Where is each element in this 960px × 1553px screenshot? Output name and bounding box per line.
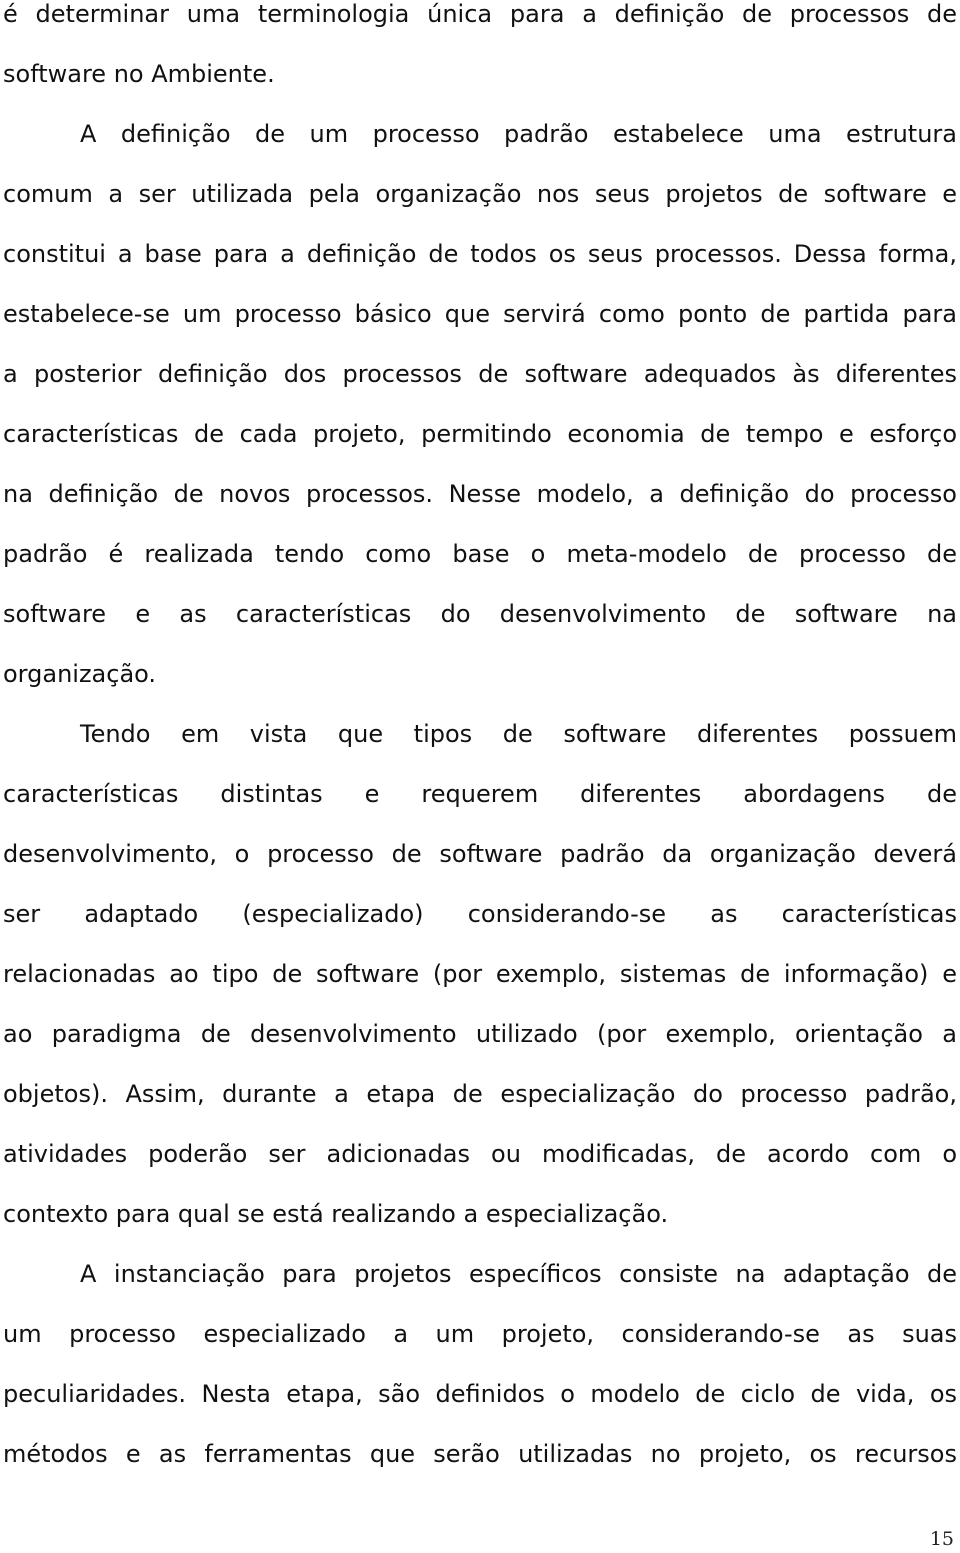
paragraph-4-line-4: métodos e as ferramentas que serão utili… bbox=[3, 1440, 957, 1468]
paragraph-4-line-3: peculiaridades. Nesta etapa, são definid… bbox=[3, 1380, 957, 1408]
paragraph-2-line-10: organização. bbox=[3, 660, 157, 688]
paragraph-4-line-2: um processo especializado a um projeto, … bbox=[3, 1320, 957, 1348]
paragraph-3-line-3: desenvolvimento, o processo de software … bbox=[3, 840, 957, 868]
paragraph-2-line-9: software e as características do desenvo… bbox=[3, 600, 957, 628]
paragraph-2-line-2: comum a ser utilizada pela organização n… bbox=[3, 180, 957, 208]
paragraph-2-line-4: estabelece-se um processo básico que ser… bbox=[3, 300, 957, 328]
paragraph-2-line-7: na definição de novos processos. Nesse m… bbox=[3, 480, 957, 508]
paragraph-2-line-5: a posterior definição dos processos de s… bbox=[3, 360, 957, 388]
paragraph-2-line-3: constitui a base para a definição de tod… bbox=[3, 240, 957, 268]
page-number: 15 bbox=[929, 1528, 954, 1550]
paragraph-3-line-4: ser adaptado (especializado) considerand… bbox=[3, 900, 957, 928]
paragraph-2-line-1: A definição de um processo padrão estabe… bbox=[80, 120, 957, 148]
paragraph-3-line-8: atividades poderão ser adicionadas ou mo… bbox=[3, 1140, 957, 1168]
paragraph-2-line-6: características de cada projeto, permiti… bbox=[3, 420, 957, 448]
paragraph-1-line-2: software no Ambiente. bbox=[3, 60, 275, 88]
paragraph-1-line-1: é determinar uma terminologia única para… bbox=[3, 0, 957, 28]
paragraph-3-line-5: relacionadas ao tipo de software (por ex… bbox=[3, 960, 957, 988]
paragraph-3-line-1: Tendo em vista que tipos de software dif… bbox=[80, 720, 957, 748]
paragraph-3-line-6: ao paradigma de desenvolvimento utilizad… bbox=[3, 1020, 957, 1048]
paragraph-2-line-8: padrão é realizada tendo como base o met… bbox=[3, 540, 957, 568]
paragraph-3-line-7: objetos). Assim, durante a etapa de espe… bbox=[3, 1080, 957, 1108]
paragraph-3-line-9: contexto para qual se está realizando a … bbox=[3, 1200, 669, 1228]
paragraph-4-line-1: A instanciação para projetos específicos… bbox=[80, 1260, 957, 1288]
paragraph-3-line-2: características distintas e requerem dif… bbox=[3, 780, 957, 808]
